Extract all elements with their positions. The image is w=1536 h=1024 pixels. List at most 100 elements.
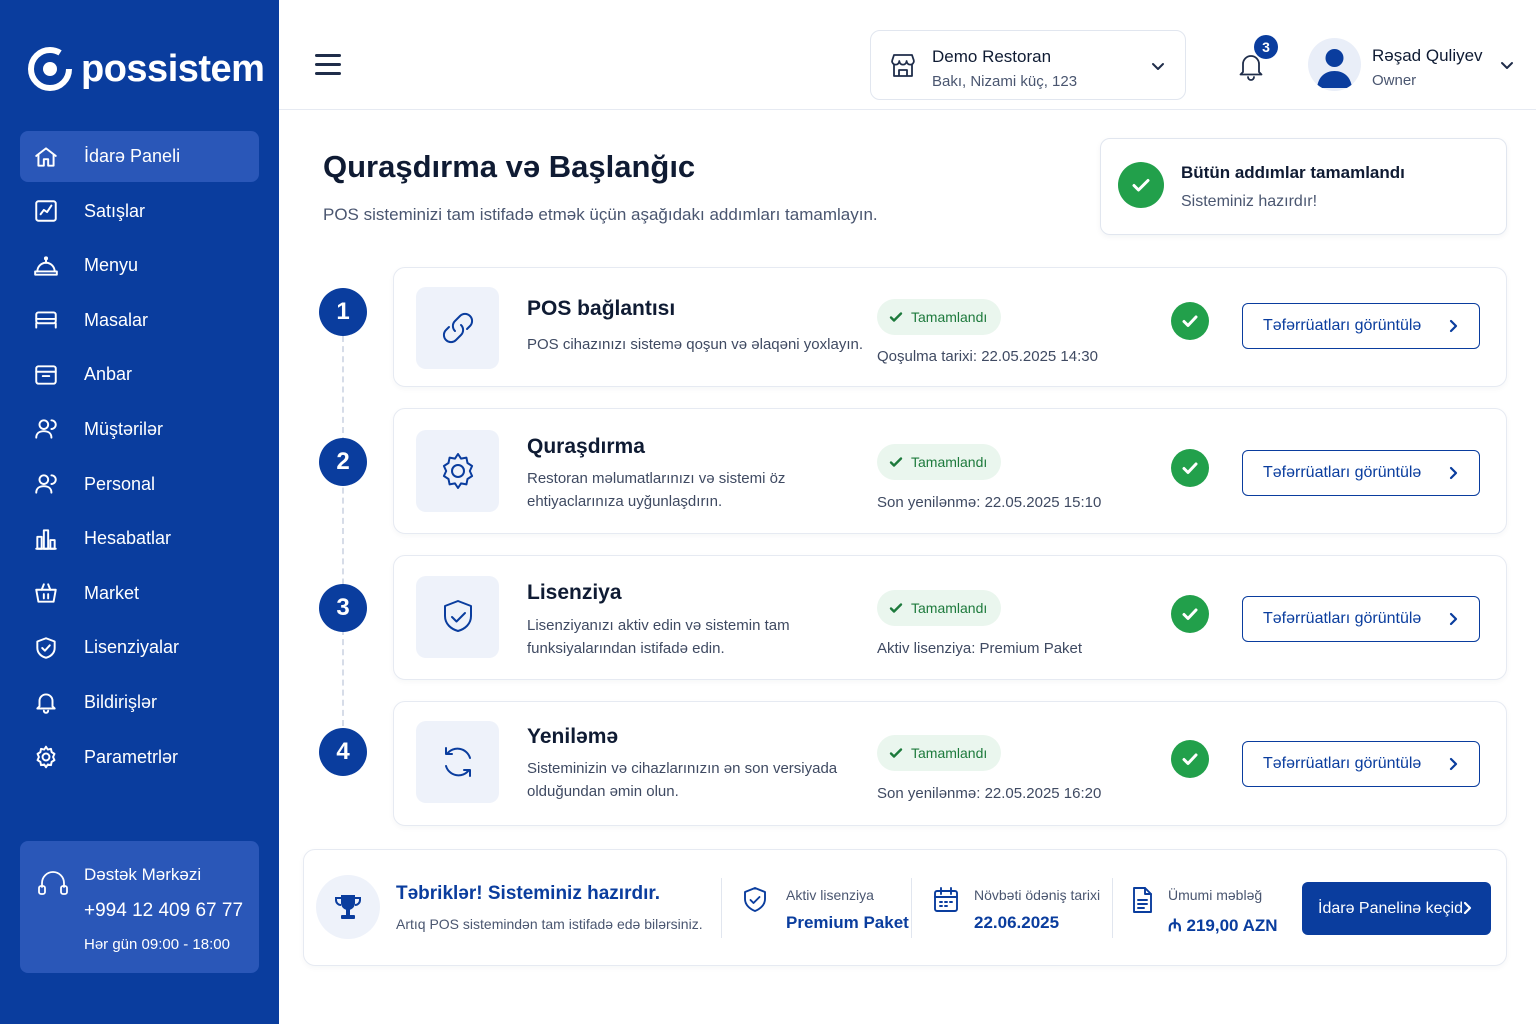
sidebar-item-label: Parametrlər (84, 746, 179, 767)
check-circle-icon (1171, 449, 1209, 487)
link-icon (416, 287, 499, 369)
completion-title: Bütün addımlar tamamlandı (1181, 163, 1405, 182)
store-address: Bakı, Nizami küç, 123 (932, 73, 1078, 90)
basket-icon (32, 579, 60, 607)
sidebar-item-sales[interactable]: Satışlar (20, 186, 259, 237)
button-label: Təfərrüatları görüntülə (1263, 610, 1422, 627)
sidebar-item-dashboard[interactable]: İdarə Paneli (20, 131, 259, 182)
page-title: Quraşdırma və Başlanğıc (323, 149, 696, 184)
chart-icon (32, 197, 60, 225)
step-number: 3 (319, 584, 367, 632)
sidebar-item-customers[interactable]: Müştərilər (20, 404, 259, 455)
support-hours: Hər gün 09:00 - 18:00 (84, 936, 230, 953)
step-meta: Aktiv lisenziya: Premium Paket (877, 640, 1083, 657)
step-description: Sisteminizin və cihazlarınızın ən son ve… (527, 760, 838, 800)
step-card-setup: Quraşdırma Restoran məlumatlarınızı və s… (393, 408, 1507, 534)
sidebar-item-label: Müştərilər (84, 418, 164, 439)
step-card-pos-connection: POS bağlantısı POS cihazınızı sistemə qo… (393, 267, 1507, 387)
refresh-icon (416, 721, 499, 803)
sidebar-item-settings[interactable]: Parametrlər (20, 732, 259, 783)
step-card-license: Lisenziya Lisenziyanızı aktiv edin və si… (393, 555, 1507, 680)
sidebar-item-label: Satışlar (84, 200, 146, 221)
next-payment-label: Növbəti ödəniş tarixi (974, 887, 1101, 903)
step-number: 4 (319, 728, 367, 776)
button-label: Təfərrüatları görüntülə (1263, 755, 1422, 772)
store-selector[interactable]: Demo Restoran Bakı, Nizami küç, 123 (870, 30, 1186, 100)
status-badge: Tamamlandı (877, 735, 1002, 771)
sidebar-item-notifications[interactable]: Bildirişlər (20, 677, 259, 728)
check-circle-icon (1171, 740, 1209, 778)
step-description: Lisenziyanızı aktiv edin və sistemin tam… (527, 617, 790, 657)
step-meta: Qoşulma tarixi: 22.05.2025 14:30 (877, 348, 1098, 365)
box-icon (32, 361, 60, 389)
step-title: Quraşdırma (527, 435, 645, 458)
sidebar-item-market[interactable]: Market (20, 568, 259, 619)
step-number: 1 (319, 288, 367, 336)
page-subtitle: POS sisteminizi tam istifadə etmək üçün … (323, 205, 878, 224)
trophy-icon (316, 875, 380, 939)
notification-badge: 3 (1254, 35, 1278, 59)
chevron-right-icon (1445, 756, 1461, 772)
check-icon (889, 312, 903, 322)
brand-name: possistem (81, 47, 265, 90)
completion-card: Bütün addımlar tamamlandı Sisteminiz haz… (1100, 138, 1507, 235)
view-details-button[interactable]: Təfərrüatları görüntülə (1242, 741, 1480, 787)
user-avatar-icon (1317, 49, 1352, 88)
step-description: POS cihazınızı sistemə qoşun və əlaqəni … (527, 336, 864, 353)
view-details-button[interactable]: Təfərrüatları görüntülə (1242, 450, 1480, 496)
total-amount-value: ₼ 219,00 AZN (1168, 916, 1278, 935)
user-menu-chevron-icon[interactable] (1499, 57, 1515, 73)
headset-icon (36, 867, 70, 901)
total-amount-label: Ümumi məbləğ (1168, 887, 1263, 903)
divider (721, 878, 722, 938)
chevron-right-icon (1445, 611, 1461, 627)
chevron-right-icon (1445, 465, 1461, 481)
steps-timeline (342, 336, 344, 726)
completion-subtitle: Sisteminiz hazırdır! (1181, 193, 1318, 210)
sidebar-item-label: Hesabatlar (84, 528, 172, 549)
sidebar-item-label: Market (84, 582, 140, 603)
step-description: Restoran məlumatlarınızı və sistemi öz e… (527, 470, 786, 510)
go-to-dashboard-button[interactable]: İdarə Panelinə keçid (1302, 882, 1491, 935)
support-phone[interactable]: +994 12 409 67 77 (84, 900, 243, 922)
sidebar-nav: İdarə Paneli Satışlar Menyu Masalar Anba… (20, 131, 259, 786)
hamburger-menu-icon[interactable] (315, 54, 341, 76)
store-name: Demo Restoran (932, 47, 1052, 66)
view-details-button[interactable]: Təfərrüatları görüntülə (1242, 596, 1480, 642)
summary-subtitle: Artıq POS sistemindən tam istifadə edə b… (396, 916, 703, 932)
bell-icon (32, 688, 60, 716)
sidebar-item-label: Masalar (84, 309, 149, 330)
users-icon (32, 415, 60, 443)
status-badge: Tamamlandı (877, 444, 1002, 480)
sidebar-item-staff[interactable]: Personal (20, 459, 259, 510)
step-meta: Son yenilənmə: 22.05.2025 15:10 (877, 494, 1102, 511)
support-card[interactable]: Dəstək Mərkəzi +994 12 409 67 77 Hər gün… (20, 841, 259, 973)
sidebar-item-licenses[interactable]: Lisenziyalar (20, 622, 259, 673)
menu-bell-icon (32, 252, 60, 280)
license-label: Aktiv lisenziya (786, 887, 874, 903)
user-name[interactable]: Rəşad Quliyev (1372, 46, 1483, 66)
sidebar-item-label: Anbar (84, 364, 133, 385)
button-label: Təfərrüatları görüntülə (1263, 464, 1422, 481)
check-circle-icon (1171, 302, 1209, 340)
sidebar-item-menu[interactable]: Menyu (20, 240, 259, 291)
divider (1112, 878, 1113, 938)
chevron-right-icon (1459, 900, 1475, 916)
chevron-down-icon (1150, 58, 1166, 74)
license-value: Premium Paket (786, 913, 909, 932)
check-icon (889, 748, 903, 758)
gear-icon (416, 430, 499, 512)
status-badge: Tamamlandı (877, 590, 1002, 626)
home-icon (32, 143, 60, 171)
sidebar-item-reports[interactable]: Hesabatlar (20, 513, 259, 564)
shield-check-icon (416, 576, 499, 658)
sidebar-item-warehouse[interactable]: Anbar (20, 349, 259, 400)
sidebar-item-tables[interactable]: Masalar (20, 295, 259, 346)
brand-logo[interactable]: possistem (27, 46, 265, 92)
summary-bar: Təbriklər! Sisteminiz hazırdır. Artıq PO… (303, 849, 1507, 966)
view-details-button[interactable]: Təfərrüatları görüntülə (1242, 303, 1480, 349)
avatar[interactable] (1308, 38, 1361, 91)
button-label: Təfərrüatları görüntülə (1263, 317, 1422, 334)
next-payment-value: 22.06.2025 (974, 913, 1060, 932)
step-title: Lisenziya (527, 581, 622, 604)
